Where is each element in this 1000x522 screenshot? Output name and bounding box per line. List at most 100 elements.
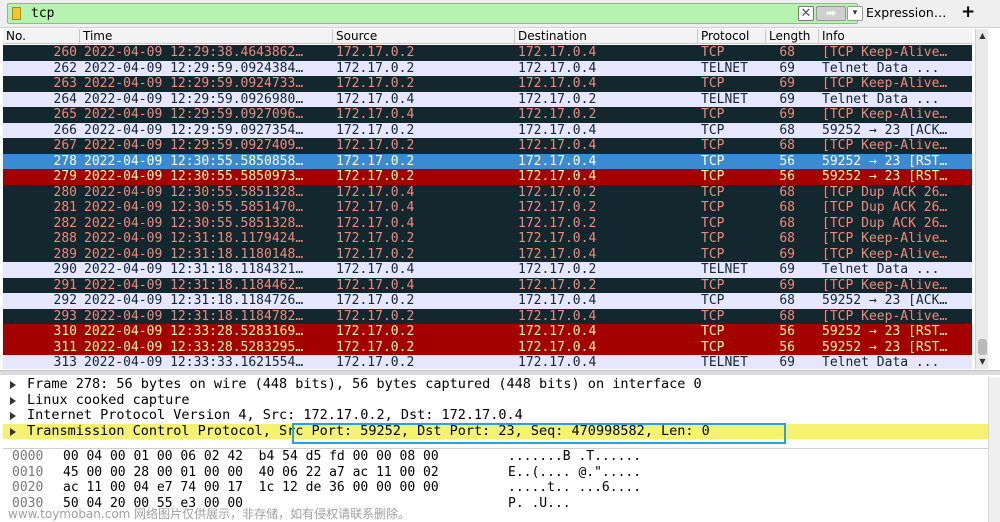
- packet-info: [TCP Dup ACK 26…: [822, 200, 948, 215]
- packet-source: 172.17.0.2: [336, 153, 415, 169]
- packet-time: 2022-04-09 12:31:18.1179424…: [84, 231, 304, 246]
- packet-info: [TCP Keep-Alive…: [822, 308, 948, 324]
- packet-destination: 172.17.0.4: [518, 231, 597, 246]
- packet-length: 69: [779, 60, 795, 76]
- bookmark-icon[interactable]: [12, 7, 21, 20]
- col-header-protocol[interactable]: Protocol: [698, 29, 766, 44]
- packet-no: 267: [53, 138, 77, 153]
- bytes-ascii[interactable]: .......B .T......: [508, 449, 641, 465]
- packet-source: 172.17.0.2: [336, 339, 415, 355]
- col-header-time[interactable]: Time: [80, 29, 333, 44]
- col-header-length[interactable]: Length: [766, 29, 819, 44]
- bytes-hex[interactable]: 00 04 00 01 00 06 02 42 b4 54 d5 fd 00 0…: [63, 449, 439, 465]
- packet-row-selected[interactable]: 278 2022-04-09 12:30:55.5850858… 172.17.0.…: [3, 153, 972, 169]
- bytes-hex[interactable]: ac 11 00 04 e7 74 00 17 1c 12 de 36 00 0…: [63, 480, 439, 496]
- expression-button[interactable]: Expression…: [866, 5, 946, 20]
- bytes-row[interactable]: 0010 45 00 00 28 00 01 00 00 40 06 22 a7 …: [3, 465, 988, 481]
- packet-destination: 172.17.0.4: [518, 153, 597, 169]
- packet-info: 59252 → 23 [ACK…: [822, 293, 948, 308]
- packet-protocol: TCP: [701, 184, 725, 200]
- packet-protocol: TELNET: [701, 60, 748, 76]
- packet-row[interactable]: 281 2022-04-09 12:30:55.5851470… 172.17.0.…: [3, 200, 972, 216]
- packet-row[interactable]: 266 2022-04-09 12:29:59.0927354… 172.17.0.…: [3, 122, 972, 138]
- packet-row[interactable]: 280 2022-04-09 12:30:55.5851328… 172.17.0.…: [3, 184, 972, 200]
- apply-filter-button[interactable]: ➡: [816, 6, 846, 21]
- packet-row[interactable]: 265 2022-04-09 12:29:59.0927096… 172.17.0.…: [3, 107, 972, 123]
- packet-protocol: TCP: [701, 215, 725, 231]
- packet-row[interactable]: 293 2022-04-09 12:31:18.1184782… 172.17.0.…: [3, 308, 972, 324]
- scrollbar-thumb[interactable]: [978, 339, 987, 355]
- packet-row[interactable]: 282 2022-04-09 12:30:55.5851328… 172.17.0.…: [3, 215, 972, 231]
- packet-row[interactable]: 311 2022-04-09 12:33:28.5283295… 172.17.0.…: [3, 339, 972, 355]
- add-filter-button[interactable]: +: [961, 2, 975, 22]
- filter-history-dropdown[interactable]: ▾: [847, 6, 863, 21]
- packet-time: 2022-04-09 12:29:59.0927409…: [84, 138, 304, 153]
- packet-length: 68: [779, 293, 795, 308]
- packet-length: 56: [779, 339, 795, 355]
- detail-ipv4[interactable]: Internet Protocol Version 4, Src: 172.17…: [3, 407, 988, 424]
- bytes-row[interactable]: 0000 00 04 00 01 00 06 02 42 b4 54 d5 fd …: [3, 449, 988, 465]
- bytes-ascii[interactable]: .....t.. ...6....: [508, 480, 641, 496]
- detail-text: Internet Protocol Version 4, Src: 172.17…: [27, 407, 523, 423]
- packet-protocol: TCP: [701, 324, 725, 339]
- packet-source: 172.17.0.2: [336, 324, 415, 339]
- packet-no: 290: [53, 262, 77, 277]
- packet-list-scrollbar[interactable]: ▲ ▼: [975, 29, 988, 369]
- clear-filter-button[interactable]: ✕: [798, 6, 814, 21]
- expand-arrow-icon[interactable]: [10, 412, 16, 420]
- packet-no: 311: [53, 339, 77, 355]
- packet-time: 2022-04-09 12:31:18.1184321…: [84, 262, 304, 277]
- bytes-ascii[interactable]: E..(.... @.".....: [508, 465, 641, 481]
- bytes-offset: 0000: [12, 449, 44, 464]
- col-header-no[interactable]: No.: [3, 29, 80, 44]
- packet-length: 69: [779, 91, 795, 107]
- filter-text[interactable]: tcp: [31, 6, 54, 21]
- packet-row[interactable]: 292 2022-04-09 12:31:18.1184726… 172.17.0.…: [3, 293, 972, 309]
- packet-row[interactable]: 279 2022-04-09 12:30:55.5850973… 172.17.0.…: [3, 169, 972, 185]
- bytes-row[interactable]: 0020 ac 11 00 04 e7 74 00 17 1c 12 de 36 …: [3, 480, 988, 496]
- packet-time: 2022-04-09 12:29:59.0927096…: [84, 107, 304, 122]
- detail-frame[interactable]: Frame 278: 56 bytes on wire (448 bits), …: [3, 376, 988, 393]
- packet-row[interactable]: 290 2022-04-09 12:31:18.1184321… 172.17.0.…: [3, 262, 972, 278]
- packet-row[interactable]: 260 2022-04-09 12:29:38.4643862… 172.17.0.…: [3, 45, 972, 61]
- packet-time: 2022-04-09 12:31:18.1184782…: [84, 308, 304, 324]
- packet-row[interactable]: 267 2022-04-09 12:29:59.0927409… 172.17.0.…: [3, 138, 972, 154]
- col-header-info[interactable]: Info: [819, 29, 972, 44]
- packet-source: 172.17.0.2: [336, 45, 415, 60]
- scroll-down-icon[interactable]: ▼: [978, 357, 987, 367]
- packet-row[interactable]: 288 2022-04-09 12:31:18.1179424… 172.17.0.…: [3, 231, 972, 247]
- detail-linux-cooked[interactable]: Linux cooked capture: [3, 392, 988, 409]
- packet-row[interactable]: 289 2022-04-09 12:31:18.1180148… 172.17.0.…: [3, 246, 972, 262]
- packet-row[interactable]: 264 2022-04-09 12:29:59.0926980… 172.17.0.…: [3, 91, 972, 107]
- packet-info: Telnet Data ...: [822, 91, 940, 107]
- expand-arrow-icon[interactable]: [10, 427, 16, 436]
- packet-row[interactable]: 291 2022-04-09 12:31:18.1184462… 172.17.0.…: [3, 277, 972, 293]
- details-scrollbar[interactable]: [988, 377, 1000, 522]
- packet-row[interactable]: 313 2022-04-09 12:33:33.1621554… 172.17.0.…: [3, 355, 972, 369]
- packet-source: 172.17.0.4: [336, 262, 415, 277]
- expand-arrow-icon[interactable]: [10, 381, 16, 389]
- packet-no: 260: [53, 45, 77, 60]
- packet-row[interactable]: 263 2022-04-09 12:29:59.0924733… 172.17.0.…: [3, 76, 972, 92]
- col-header-destination[interactable]: Destination: [515, 29, 698, 44]
- bytes-offset: 0010: [12, 464, 44, 480]
- packet-source: 172.17.0.2: [336, 60, 415, 76]
- col-header-source[interactable]: Source: [333, 29, 515, 44]
- scroll-up-icon[interactable]: ▲: [978, 31, 987, 41]
- display-filter-input[interactable]: tcp ✕ ➡ ▾: [7, 3, 863, 24]
- packet-protocol: TCP: [701, 153, 725, 169]
- packet-no: 313: [53, 355, 77, 369]
- pane-splitter[interactable]: [0, 370, 1000, 375]
- detail-text: Frame 278: 56 bytes on wire (448 bits), …: [27, 376, 702, 392]
- packet-length: 68: [779, 308, 795, 324]
- packet-destination: 172.17.0.2: [518, 184, 597, 200]
- packet-row[interactable]: 262 2022-04-09 12:29:59.0924384… 172.17.0.…: [3, 60, 972, 76]
- expand-arrow-icon[interactable]: [10, 396, 16, 405]
- bytes-ascii[interactable]: P. .U...: [508, 496, 571, 512]
- packet-row[interactable]: 310 2022-04-09 12:33:28.5283169… 172.17.0.…: [3, 324, 972, 340]
- bytes-hex[interactable]: 45 00 00 28 00 01 00 00 40 06 22 a7 ac 1…: [63, 465, 439, 481]
- packet-destination: 172.17.0.4: [518, 293, 597, 308]
- packet-protocol: TCP: [701, 76, 725, 91]
- packet-destination: 172.17.0.4: [518, 60, 597, 76]
- packet-protocol: TCP: [701, 122, 725, 138]
